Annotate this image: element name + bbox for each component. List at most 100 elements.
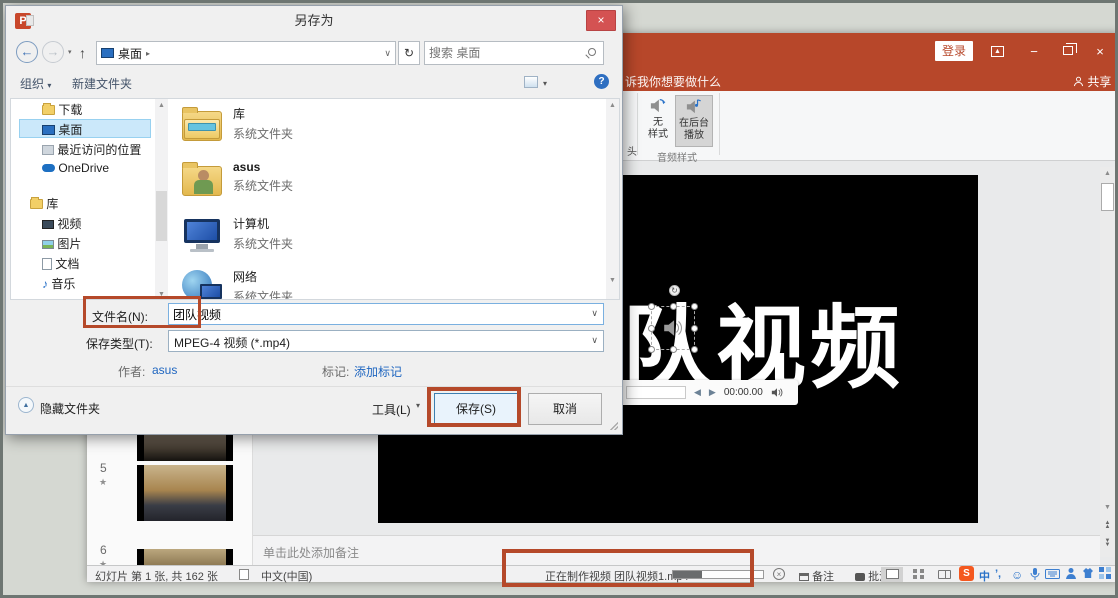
share-button[interactable]: 共享: [1073, 73, 1111, 90]
file-list-scrollbar[interactable]: ▲ ▼: [606, 99, 619, 300]
new-folder-button[interactable]: 新建文件夹: [72, 75, 132, 92]
filename-input[interactable]: [173, 305, 583, 323]
next-slide-button[interactable]: ▼▼: [1100, 536, 1115, 553]
media-play-button[interactable]: ▶: [709, 387, 716, 398]
skin-person-icon[interactable]: [1065, 567, 1077, 580]
signin-button[interactable]: 登录: [935, 41, 973, 61]
authors-value[interactable]: asus: [152, 363, 177, 377]
address-dropdown-icon[interactable]: ∨: [384, 48, 391, 59]
cancel-button[interactable]: 取消: [528, 393, 602, 425]
sogou-logo-icon[interactable]: S: [959, 566, 974, 581]
tell-me-text[interactable]: 诉我你想要做什么: [625, 73, 721, 90]
selection-handle[interactable]: [648, 346, 655, 353]
file-item-libraries[interactable]: 库 系统文件夹: [180, 103, 600, 155]
scroll-up-button[interactable]: ▲: [606, 99, 619, 112]
rotation-handle[interactable]: ↻: [669, 285, 680, 296]
normal-view-button[interactable]: [881, 567, 903, 582]
organize-menu[interactable]: 组织 ▾: [20, 75, 51, 92]
tools-menu[interactable]: 工具(L): [372, 401, 411, 418]
selection-handle[interactable]: [648, 325, 655, 332]
slide-counter[interactable]: 幻灯片 第 1 张, 共 162 张: [95, 568, 218, 584]
up-one-level-button[interactable]: ↑: [79, 45, 86, 61]
keyboard-icon[interactable]: [1045, 569, 1060, 579]
slide-4-thumbnail[interactable]: [137, 435, 233, 461]
minimize-button[interactable]: −: [1023, 43, 1045, 61]
scroll-up-button[interactable]: ▲: [1100, 167, 1115, 181]
audio-speaker-icon[interactable]: [662, 317, 684, 339]
sidebar-item-videos[interactable]: 视频: [42, 215, 81, 232]
ribbon-display-options-icon[interactable]: ▲: [991, 46, 1004, 57]
sidebar-item-libraries[interactable]: 库: [30, 195, 58, 212]
breadcrumb-location[interactable]: 桌面: [118, 45, 142, 62]
scroll-down-button[interactable]: ▼: [606, 274, 619, 287]
dialog-close-button[interactable]: ×: [586, 10, 616, 31]
language-indicator[interactable]: 中文(中国): [261, 568, 312, 584]
volume-icon[interactable]: [771, 387, 783, 398]
spellcheck-icon[interactable]: [239, 569, 249, 580]
scrollbar-thumb[interactable]: [1101, 183, 1114, 211]
sidebar-item-desktop[interactable]: 桌面: [42, 121, 82, 138]
hide-folders-label[interactable]: 隐藏文件夹: [40, 400, 100, 417]
sidebar-scrollbar[interactable]: ▲ ▼: [155, 99, 168, 300]
sidebar-item-downloads[interactable]: 下载: [42, 101, 82, 118]
sogou-punctuation-icon[interactable]: ’,: [995, 568, 1001, 580]
restore-button[interactable]: [1063, 46, 1073, 55]
skin-shirt-icon[interactable]: [1081, 567, 1095, 579]
tools-dropdown-icon[interactable]: ▾: [416, 401, 420, 410]
slide-sorter-view-button[interactable]: [907, 567, 929, 582]
forward-button[interactable]: →: [42, 41, 64, 63]
sidebar-item-onedrive[interactable]: OneDrive: [42, 161, 109, 175]
notes-pane[interactable]: 单击此处添加备注: [253, 535, 1100, 565]
sidebar-item-documents[interactable]: 文档: [42, 255, 79, 272]
reading-view-button[interactable]: [933, 567, 955, 582]
file-item-asus[interactable]: asus 系统文件夹: [180, 158, 600, 210]
audio-play-in-background-button[interactable]: 在后台 播放: [675, 95, 713, 147]
file-item-computer[interactable]: 计算机 系统文件夹: [180, 213, 600, 265]
ppt-close-button[interactable]: ×: [1089, 43, 1111, 61]
slide-5-thumbnail[interactable]: [137, 465, 233, 521]
selection-handle[interactable]: [670, 346, 677, 353]
slide-scrollbar[interactable]: ▲ ▼ ▲▲ ▼▼: [1100, 167, 1115, 557]
save-button[interactable]: 保存(S): [434, 393, 518, 425]
search-input[interactable]: [429, 44, 579, 62]
sidebar-item-pictures[interactable]: 图片: [42, 235, 81, 252]
selection-handle[interactable]: [691, 325, 698, 332]
selection-handle[interactable]: [648, 303, 655, 310]
audio-object-selection[interactable]: [651, 306, 695, 350]
cancel-export-icon[interactable]: ×: [773, 568, 785, 580]
add-tag-link[interactable]: 添加标记: [354, 363, 402, 380]
filename-dropdown-icon[interactable]: ∨: [591, 308, 598, 319]
audio-no-style-button[interactable]: 无 样式: [643, 95, 673, 147]
refresh-button[interactable]: ↻: [398, 41, 420, 65]
media-seek-track[interactable]: [626, 386, 686, 399]
sidebar-item-recent-places[interactable]: 最近访问的位置: [42, 141, 141, 158]
microphone-icon[interactable]: [1029, 567, 1041, 581]
breadcrumb-separator-icon[interactable]: ▸: [146, 49, 150, 58]
sidebar-item-music[interactable]: ♪ 音乐: [42, 275, 75, 292]
resize-grip[interactable]: [610, 422, 618, 430]
help-icon[interactable]: ?: [594, 74, 609, 89]
address-breadcrumb[interactable]: 桌面 ▸ ∨: [96, 41, 396, 65]
savetype-dropdown-icon[interactable]: ∨: [591, 335, 598, 346]
slide-6-thumbnail[interactable]: [137, 549, 233, 565]
file-item-network[interactable]: 网络 系统文件夹: [180, 266, 600, 300]
sogou-chinese-mode-icon[interactable]: 中: [979, 568, 990, 584]
savetype-combo[interactable]: MPEG-4 视频 (*.mp4) ∨: [168, 330, 604, 352]
sogou-emoji-icon[interactable]: ☺: [1011, 568, 1023, 582]
notes-toggle-button[interactable]: 备注: [799, 568, 834, 584]
search-icon[interactable]: [588, 48, 596, 56]
scroll-down-button[interactable]: ▼: [1100, 501, 1115, 515]
previous-slide-button[interactable]: ▲▲: [1100, 518, 1115, 535]
scroll-up-button[interactable]: ▲: [155, 99, 168, 112]
scroll-down-button[interactable]: ▼: [155, 288, 168, 300]
selection-handle[interactable]: [691, 303, 698, 310]
views-dropdown-icon[interactable]: ▾: [543, 79, 547, 88]
media-step-back-button[interactable]: ◀: [694, 387, 701, 398]
selection-handle[interactable]: [670, 303, 677, 310]
scrollbar-thumb[interactable]: [156, 191, 167, 241]
hide-folders-toggle[interactable]: ▲: [18, 397, 34, 413]
sogou-toolbox-icon[interactable]: [1099, 567, 1111, 579]
back-button[interactable]: ←: [16, 41, 38, 63]
selection-handle[interactable]: [691, 346, 698, 353]
views-button-icon[interactable]: [524, 76, 538, 88]
